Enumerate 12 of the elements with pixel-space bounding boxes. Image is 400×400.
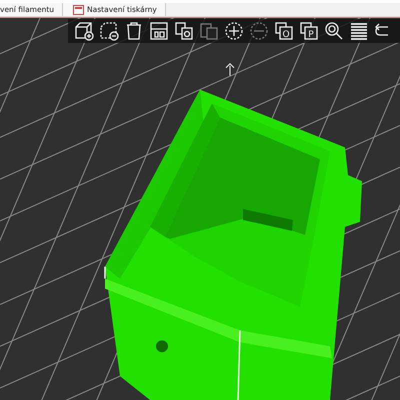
grid-layout-icon[interactable] bbox=[149, 21, 169, 41]
minus-circle-icon[interactable] bbox=[249, 21, 269, 41]
plus-circle-icon[interactable] bbox=[224, 21, 244, 41]
cube-plus-icon[interactable] bbox=[74, 21, 94, 41]
dashed-cube-minus-icon[interactable] bbox=[99, 21, 119, 41]
arrow-icon bbox=[226, 63, 234, 76]
box-model-drawing[interactable] bbox=[104, 90, 362, 400]
copy-icon[interactable] bbox=[174, 21, 194, 41]
layers-icon[interactable] bbox=[349, 21, 369, 41]
trash-icon[interactable] bbox=[124, 21, 144, 41]
search-icon[interactable] bbox=[324, 21, 344, 41]
paste-icon[interactable] bbox=[199, 21, 219, 41]
